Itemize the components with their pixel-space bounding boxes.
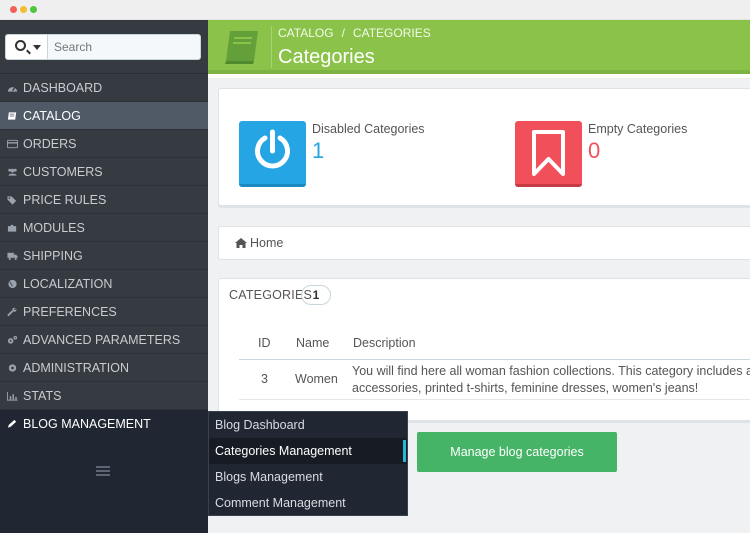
sidebar-item-dashboard[interactable]: DASHBOARD	[0, 74, 208, 102]
bookmark-icon	[515, 121, 582, 187]
submenu-blogs-management[interactable]: Blogs Management	[209, 464, 407, 490]
sidebar-item-catalog[interactable]: CATALOG	[0, 102, 208, 130]
header-divider	[239, 359, 750, 360]
breadcrumb-home-link[interactable]: Home	[250, 236, 283, 250]
cell-description-line1: You will find here all woman fashion col…	[352, 364, 750, 378]
breadcrumb-bar: Home	[218, 226, 750, 260]
sidebar-item-label: LOCALIZATION	[23, 277, 113, 291]
kpi-value: 0	[588, 138, 601, 163]
sidebar-item-localization[interactable]: LOCALIZATION	[0, 270, 208, 298]
gears-icon	[7, 335, 18, 344]
browser-titlebar	[0, 0, 750, 20]
book-icon	[225, 31, 258, 64]
panel-title: CATEGORIES	[229, 288, 313, 302]
kpi-panel: Disabled Categories 1 Empty Categories 0	[218, 88, 750, 206]
gear-icon	[8, 364, 17, 372]
cell-id: 3	[261, 372, 268, 386]
tooltip: Manage blog categories	[417, 432, 617, 472]
breadcrumb-catalog[interactable]: CATALOG	[278, 26, 334, 40]
sidebar-item-label: PREFERENCES	[23, 305, 117, 319]
minimize-window-button[interactable]	[20, 6, 27, 13]
count-badge: 1	[301, 285, 331, 305]
app-window: DASHBOARD CATALOG ORDERS CUSTOMERS PRICE…	[0, 0, 750, 533]
sidebar-item-stats[interactable]: STATS	[0, 382, 208, 410]
bar-chart-icon	[7, 391, 18, 401]
maximize-window-button[interactable]	[30, 6, 37, 13]
power-icon	[239, 121, 306, 187]
wrench-icon	[7, 307, 17, 317]
kpi-label: Empty Categories	[588, 122, 688, 136]
sidebar-item-label: CATALOG	[23, 109, 81, 123]
sidebar-item-administration[interactable]: ADMINISTRATION	[0, 354, 208, 382]
sidebar-item-advanced-parameters[interactable]: ADVANCED PARAMETERS	[0, 326, 208, 354]
column-header-name[interactable]: Name	[296, 336, 329, 350]
sidebar-item-label: STATS	[23, 389, 62, 403]
sidebar-item-customers[interactable]: CUSTOMERS	[0, 158, 208, 186]
sidebar-item-label: CUSTOMERS	[23, 165, 103, 179]
kpi-label: Disabled Categories	[312, 122, 425, 136]
sidebar-item-label: PRICE RULES	[23, 193, 107, 207]
sidebar-item-label: MODULES	[23, 221, 85, 235]
sidebar-item-shipping[interactable]: SHIPPING	[0, 242, 208, 270]
sidebar: DASHBOARD CATALOG ORDERS CUSTOMERS PRICE…	[0, 20, 208, 533]
collapse-menu-button[interactable]	[96, 466, 110, 476]
cell-name: Women	[295, 372, 338, 386]
sidebar-item-preferences[interactable]: PREFERENCES	[0, 298, 208, 326]
pencil-icon	[7, 419, 17, 428]
search-icon	[15, 40, 26, 51]
sidebar-search	[0, 20, 208, 74]
close-window-button[interactable]	[10, 6, 17, 13]
blog-submenu: Blog Dashboard Categories Management Blo…	[208, 411, 408, 516]
search-type-dropdown[interactable]	[5, 34, 48, 60]
categories-panel: CATEGORIES 1 ID Name Description 3 Women…	[218, 278, 750, 423]
kpi-value: 1	[312, 138, 325, 163]
users-icon	[8, 168, 17, 176]
tags-icon	[7, 196, 17, 205]
breadcrumb-categories[interactable]: CATEGORIES	[353, 26, 431, 40]
cell-description-line2: accessories, printed t-shirts, feminine …	[352, 381, 699, 395]
panel-heading: CATEGORIES 1	[219, 279, 750, 313]
column-header-id[interactable]: ID	[258, 336, 271, 350]
dashboard-icon	[7, 86, 18, 92]
submenu-categories-management[interactable]: Categories Management	[209, 438, 407, 464]
sidebar-item-orders[interactable]: ORDERS	[0, 130, 208, 158]
sidebar-item-label: DASHBOARD	[23, 81, 103, 95]
breadcrumb-separator: /	[341, 26, 345, 40]
page-title: Categories	[278, 46, 375, 68]
sidebar-item-label: ADVANCED PARAMETERS	[23, 333, 181, 347]
sidebar-item-modules[interactable]: MODULES	[0, 214, 208, 242]
row-divider	[239, 399, 750, 400]
caret-down-icon	[33, 45, 41, 50]
hamburger-icon	[96, 466, 110, 468]
sidebar-item-label: BLOG MANAGEMENT	[23, 417, 151, 431]
main-menu: DASHBOARD CATALOG ORDERS CUSTOMERS PRICE…	[0, 74, 208, 438]
sidebar-item-label: ADMINISTRATION	[23, 361, 130, 375]
home-icon	[235, 238, 247, 248]
search-input[interactable]	[48, 34, 201, 60]
column-header-description[interactable]: Description	[353, 336, 416, 350]
sidebar-item-label: ORDERS	[23, 137, 77, 151]
sidebar-item-price-rules[interactable]: PRICE RULES	[0, 186, 208, 214]
book-icon	[7, 112, 17, 120]
truck-icon	[7, 252, 18, 261]
page-header: CATALOG / CATEGORIES Categories	[208, 20, 750, 74]
sidebar-item-label: SHIPPING	[23, 249, 83, 263]
puzzle-icon	[7, 224, 17, 232]
globe-icon	[8, 279, 17, 289]
sidebar-item-blog-management[interactable]: BLOG MANAGEMENT	[0, 410, 208, 438]
breadcrumb: CATALOG / CATEGORIES	[278, 26, 431, 40]
submenu-blog-dashboard[interactable]: Blog Dashboard	[209, 412, 407, 438]
header-divider	[271, 26, 272, 68]
submenu-comment-management[interactable]: Comment Management	[209, 490, 407, 516]
credit-card-icon	[7, 139, 18, 149]
